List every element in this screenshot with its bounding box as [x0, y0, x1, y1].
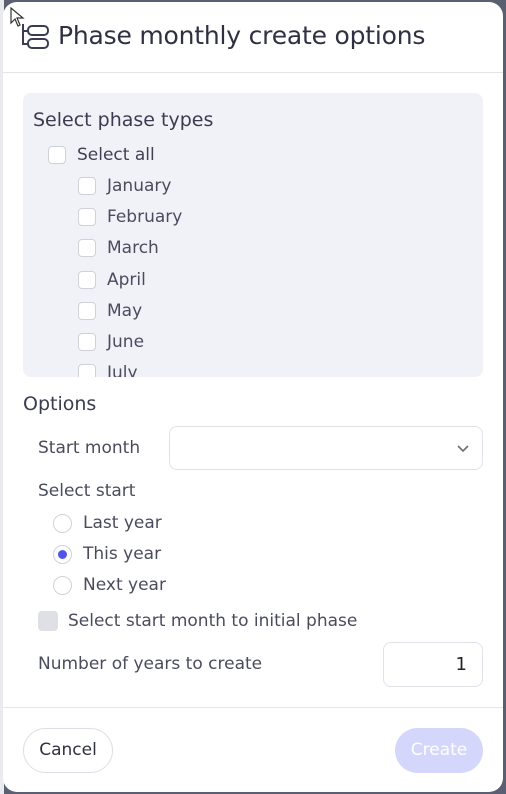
phase-types-panel[interactable]: Select phase types Select all January Fe…: [23, 93, 483, 377]
radio-label: Next year: [83, 575, 166, 595]
footer-divider: [3, 707, 503, 708]
month-label: June: [107, 332, 145, 352]
checkbox[interactable]: [78, 333, 96, 351]
radio-label: This year: [83, 544, 162, 564]
cancel-button[interactable]: Cancel: [23, 728, 113, 773]
month-checkbox-june[interactable]: June: [78, 330, 144, 354]
initial-phase-label: Select start month to initial phase: [68, 611, 358, 631]
radio-button[interactable]: [53, 513, 72, 533]
select-all-checkbox[interactable]: [48, 146, 66, 164]
years-label: Number of years to create: [38, 654, 263, 674]
checkbox[interactable]: [78, 239, 96, 257]
radio-label: Last year: [83, 513, 162, 533]
checkbox[interactable]: [78, 208, 96, 226]
month-checkbox-april[interactable]: April: [78, 268, 146, 292]
start-month-label: Start month: [38, 438, 141, 458]
month-checkbox-january[interactable]: January: [78, 174, 171, 198]
month-label: July: [107, 363, 138, 377]
month-checkbox-february[interactable]: February: [78, 205, 182, 229]
radio-button-selected[interactable]: [53, 544, 72, 564]
month-checkbox-may[interactable]: May: [78, 299, 142, 323]
years-number-input[interactable]: 1: [383, 642, 483, 687]
select-all-checkbox-row[interactable]: Select all: [48, 143, 155, 167]
radio-last-year[interactable]: Last year: [53, 511, 162, 535]
mouse-cursor-icon: [10, 7, 25, 27]
radio-button[interactable]: [53, 575, 72, 595]
phase-create-dialog: Phase monthly create options Select phas…: [3, 2, 503, 792]
start-month-select[interactable]: [169, 426, 483, 470]
month-label: February: [107, 207, 183, 227]
checkbox[interactable]: [78, 177, 96, 195]
select-start-label: Select start: [38, 481, 136, 501]
checkbox[interactable]: [78, 364, 96, 377]
chevron-down-icon: [457, 445, 469, 453]
radio-next-year[interactable]: Next year: [53, 573, 166, 597]
month-label: May: [107, 301, 143, 321]
initial-phase-checkbox[interactable]: [38, 611, 58, 631]
dialog-title: Phase monthly create options: [58, 21, 426, 50]
create-button[interactable]: Create: [395, 728, 483, 773]
month-label: January: [107, 176, 172, 196]
month-label: April: [107, 270, 146, 290]
month-label: March: [107, 238, 159, 258]
radio-this-year[interactable]: This year: [53, 542, 161, 566]
phase-types-heading: Select phase types: [33, 109, 214, 131]
checkbox[interactable]: [78, 302, 96, 320]
month-checkbox-march[interactable]: March: [78, 236, 159, 260]
options-heading: Options: [23, 393, 97, 415]
dialog-header: Phase monthly create options: [3, 2, 503, 73]
checkbox[interactable]: [78, 271, 96, 289]
month-checkbox-july[interactable]: July: [78, 361, 138, 377]
select-all-label: Select all: [77, 145, 155, 165]
